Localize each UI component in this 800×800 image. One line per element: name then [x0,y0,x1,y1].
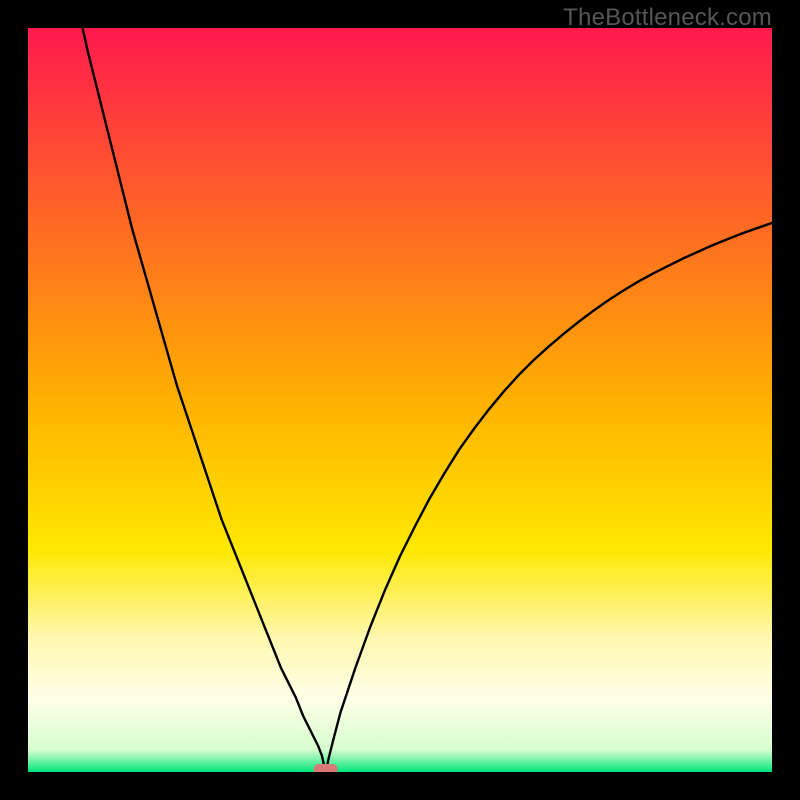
chart-frame [28,28,772,772]
gradient-background [28,28,772,772]
chart-svg [28,28,772,772]
minimum-marker [314,764,338,772]
